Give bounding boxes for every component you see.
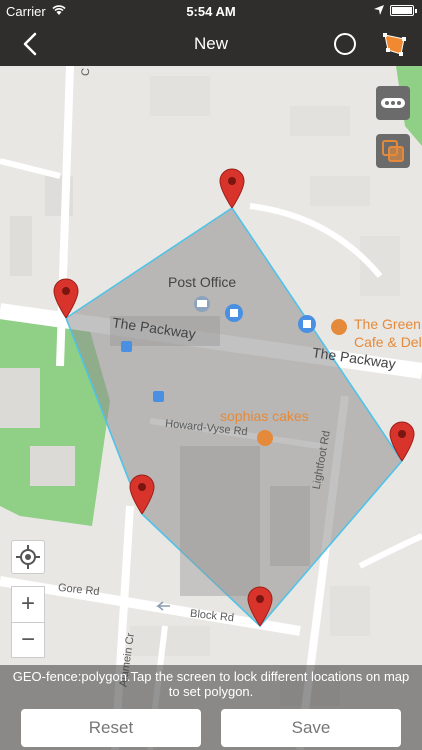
pin-icon[interactable] [129,474,155,514]
pin-icon[interactable] [219,168,245,208]
pin-icon[interactable] [247,586,273,626]
zoom-out-button[interactable]: − [12,623,44,659]
bottom-panel: GEO-fence:polygon.Tap the screen to lock… [0,665,422,750]
more-button[interactable] [376,86,410,120]
label-the-green-1: The Green [354,316,421,332]
pin-icon[interactable] [53,278,79,318]
circle-fence-icon[interactable] [334,33,356,55]
nav-bar: New [0,22,422,66]
page-title: New [193,34,228,53]
instruction-text: GEO-fence:polygon.Tap the screen to lock… [12,669,410,699]
zoom-control: + − [11,586,45,658]
more-icon [381,98,405,108]
label-the-green-2: Cafe & Deli [354,334,422,350]
map-view[interactable]: Post Office The Packway The Packway The … [0,66,422,750]
locate-button[interactable] [11,540,45,574]
reset-button[interactable]: Reset [21,709,201,747]
location-arrow-icon [374,5,384,15]
save-button[interactable]: Save [221,709,401,747]
label-sophias-cakes: sophias cakes [220,408,309,424]
label-post-office: Post Office [168,274,237,290]
layers-button[interactable] [376,134,410,168]
layers-icon [382,140,404,162]
polygon-fence-icon[interactable] [380,30,408,58]
zoom-in-button[interactable]: + [12,587,44,623]
status-time: 5:54 AM [186,4,236,19]
map-base [0,66,422,750]
label-corner-c: C [79,67,93,77]
locate-icon [16,545,40,569]
status-bar: Carrier 5:54 AM [0,0,422,22]
pin-icon[interactable] [389,421,415,461]
battery-icon [390,5,417,16]
